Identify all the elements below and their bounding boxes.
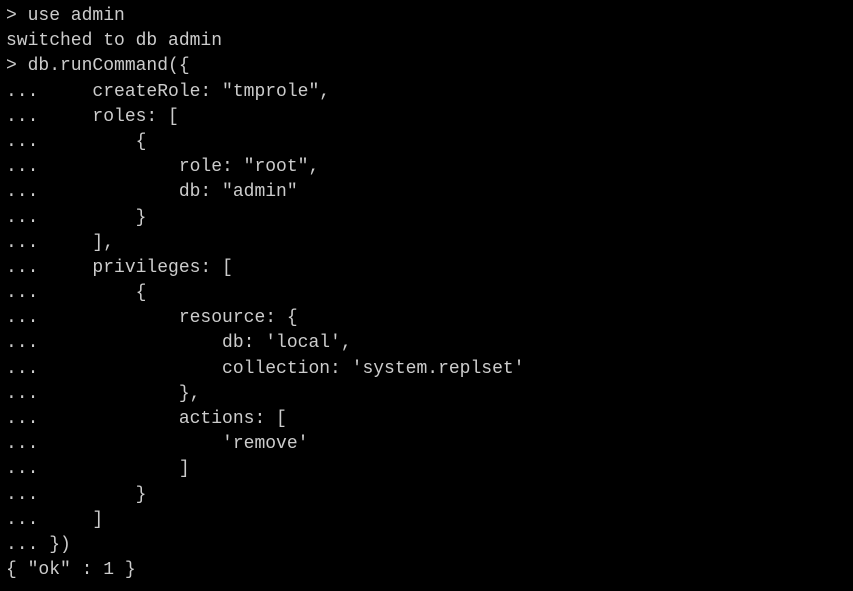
terminal-line: ... role: "root",	[6, 155, 847, 180]
terminal-line: > db.runCommand({	[6, 54, 847, 79]
terminal-line: switched to db admin	[6, 29, 847, 54]
terminal-line: ... {	[6, 130, 847, 155]
terminal-line: ... ],	[6, 231, 847, 256]
terminal-line: { "ok" : 1 }	[6, 558, 847, 583]
terminal-line: ... {	[6, 281, 847, 306]
terminal-line: ... }	[6, 483, 847, 508]
terminal-line: ... db: "admin"	[6, 180, 847, 205]
terminal-line: ... })	[6, 533, 847, 558]
terminal-line: ... ]	[6, 508, 847, 533]
terminal-line: ... db: 'local',	[6, 331, 847, 356]
terminal-line: ... collection: 'system.replset'	[6, 357, 847, 382]
terminal-line: ... 'remove'	[6, 432, 847, 457]
terminal-line: ... }	[6, 206, 847, 231]
terminal-line: ... privileges: [	[6, 256, 847, 281]
terminal-line: ... resource: {	[6, 306, 847, 331]
terminal-line: > use admin	[6, 4, 847, 29]
terminal-line: ... roles: [	[6, 105, 847, 130]
terminal-line: ... ]	[6, 457, 847, 482]
terminal-line: ... },	[6, 382, 847, 407]
terminal-line: ... actions: [	[6, 407, 847, 432]
terminal-line: ... createRole: "tmprole",	[6, 80, 847, 105]
terminal-output[interactable]: > use adminswitched to db admin> db.runC…	[6, 4, 847, 583]
